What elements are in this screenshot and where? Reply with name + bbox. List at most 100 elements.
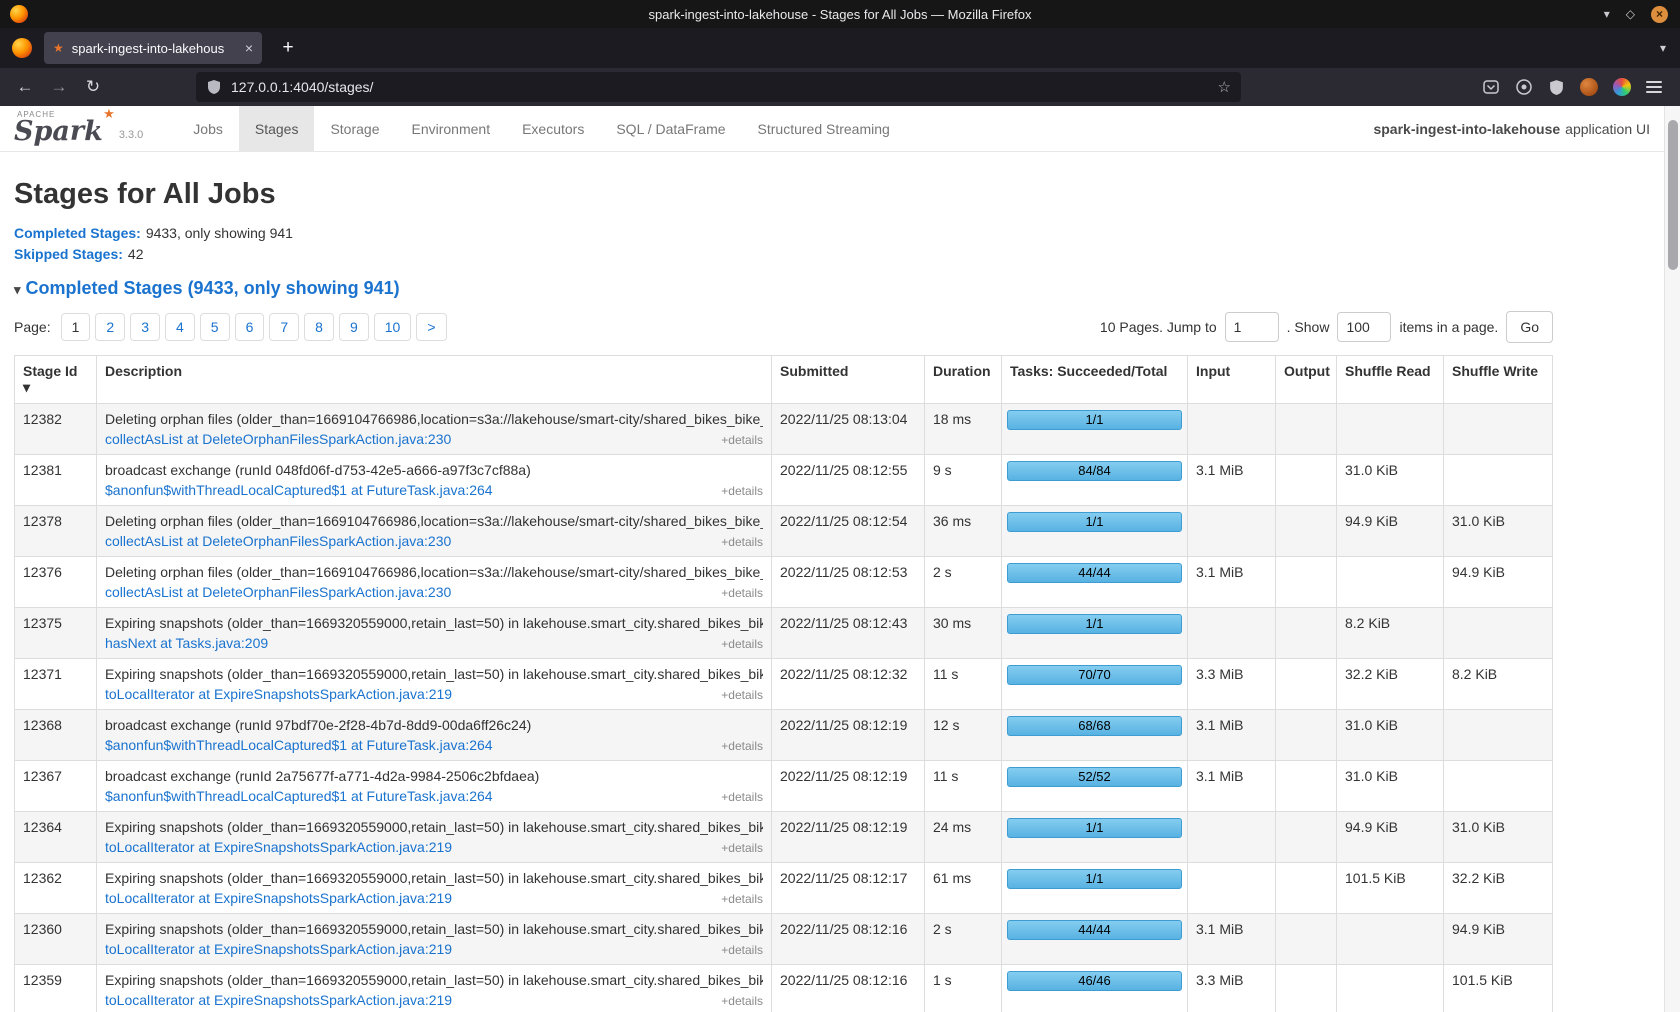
details-toggle[interactable]: +details — [721, 433, 763, 447]
maximize-button[interactable]: ◇ — [1626, 8, 1635, 20]
nav-item-sql-dataframe[interactable]: SQL / DataFrame — [600, 106, 741, 151]
stage-description-cell: Deleting orphan files (older_than=166910… — [97, 404, 772, 455]
skipped-stages-link[interactable]: Skipped Stages: — [14, 246, 123, 262]
url-text[interactable]: 127.0.0.1:4040/stages/ — [231, 79, 1209, 95]
profile-avatar-icon[interactable] — [1580, 78, 1598, 96]
page-button-5[interactable]: 5 — [200, 313, 230, 341]
column-header-shuffle-read[interactable]: Shuffle Read — [1337, 356, 1444, 404]
stage-shuffle-read: 31.0 KiB — [1337, 455, 1444, 506]
new-tab-button[interactable]: + — [274, 37, 302, 59]
stage-callsite-link[interactable]: collectAsList at DeleteOrphanFilesSparkA… — [105, 533, 451, 549]
items-per-page-input[interactable] — [1337, 312, 1391, 342]
stage-callsite-link[interactable]: toLocalIterator at ExpireSnapshotsSparkA… — [105, 941, 452, 957]
nav-item-jobs[interactable]: Jobs — [177, 106, 239, 151]
tab-close-icon[interactable]: × — [245, 41, 253, 55]
stage-callsite-link[interactable]: toLocalIterator at ExpireSnapshotsSparkA… — [105, 839, 452, 855]
column-header-duration[interactable]: Duration — [925, 356, 1002, 404]
forward-button[interactable]: → — [42, 73, 76, 101]
tasks-progress-bar: 1/1 — [1007, 614, 1182, 634]
stage-output — [1276, 965, 1337, 1012]
nav-item-environment[interactable]: Environment — [396, 106, 507, 151]
extension-circle-icon[interactable] — [1515, 78, 1533, 96]
stage-callsite-link[interactable]: hasNext at Tasks.java:209 — [105, 635, 268, 651]
spark-logo[interactable]: APACHE Spark ★ 3.3.0 — [0, 108, 151, 149]
page-button-1[interactable]: 1 — [61, 313, 91, 341]
column-header-submitted[interactable]: Submitted — [772, 356, 925, 404]
nav-item-storage[interactable]: Storage — [314, 106, 395, 151]
close-button[interactable]: × — [1651, 6, 1668, 23]
details-toggle[interactable]: +details — [721, 790, 763, 804]
column-header-shuffle-write[interactable]: Shuffle Write — [1444, 356, 1553, 404]
adblock-shield-icon[interactable] — [1548, 79, 1565, 96]
page-button-4[interactable]: 4 — [165, 313, 195, 341]
items-label: items in a page. — [1399, 319, 1498, 335]
column-header-output[interactable]: Output — [1276, 356, 1337, 404]
column-header-tasks-succeeded-total[interactable]: Tasks: Succeeded/Total — [1002, 356, 1188, 404]
stage-shuffle-write: 101.5 KiB — [1444, 965, 1553, 1012]
application-title: spark-ingest-into-lakehouseapplication U… — [1373, 121, 1650, 137]
page-button-8[interactable]: 8 — [304, 313, 334, 341]
details-toggle[interactable]: +details — [721, 841, 763, 855]
scrollbar[interactable] — [1664, 106, 1680, 1012]
jump-to-page-input[interactable] — [1225, 312, 1279, 342]
firefox-view-icon[interactable] — [12, 38, 32, 58]
back-button[interactable]: ← — [8, 73, 42, 101]
go-button[interactable]: Go — [1506, 311, 1553, 343]
stage-callsite-link[interactable]: collectAsList at DeleteOrphanFilesSparkA… — [105, 431, 451, 447]
stage-callsite-link[interactable]: toLocalIterator at ExpireSnapshotsSparkA… — [105, 992, 452, 1008]
page-button-9[interactable]: 9 — [339, 313, 369, 341]
column-header-input[interactable]: Input — [1188, 356, 1276, 404]
stage-input — [1188, 404, 1276, 455]
stage-shuffle-write: 31.0 KiB — [1444, 812, 1553, 863]
column-header-stage-id[interactable]: Stage Id ▾ — [15, 356, 97, 404]
stage-callsite-link[interactable]: toLocalIterator at ExpireSnapshotsSparkA… — [105, 686, 452, 702]
tab-favicon-icon: ★ — [53, 42, 64, 54]
nav-item-executors[interactable]: Executors — [506, 106, 600, 151]
browser-tab[interactable]: ★ spark-ingest-into-lakehous × — [44, 32, 262, 64]
details-toggle[interactable]: +details — [721, 994, 763, 1008]
pocket-icon[interactable] — [1482, 78, 1500, 96]
nav-item-stages[interactable]: Stages — [239, 106, 315, 151]
url-bar[interactable]: 127.0.0.1:4040/stages/ ☆ — [196, 72, 1241, 102]
page-button-3[interactable]: 3 — [130, 313, 160, 341]
completed-stages-link[interactable]: Completed Stages: — [14, 225, 141, 241]
stage-id: 12376 — [15, 557, 97, 608]
minimize-button[interactable]: ▾ — [1604, 8, 1610, 20]
stage-input: 3.1 MiB — [1188, 761, 1276, 812]
reload-button[interactable]: ↻ — [76, 73, 110, 101]
column-header-description[interactable]: Description — [97, 356, 772, 404]
details-toggle[interactable]: +details — [721, 739, 763, 753]
stage-callsite-link[interactable]: collectAsList at DeleteOrphanFilesSparkA… — [105, 584, 451, 600]
next-page-button[interactable]: > — [416, 313, 446, 341]
menu-button[interactable] — [1646, 81, 1662, 93]
colorful-extension-icon[interactable] — [1613, 78, 1631, 96]
stage-duration: 12 s — [925, 710, 1002, 761]
details-toggle[interactable]: +details — [721, 535, 763, 549]
stage-description: Expiring snapshots (older_than=166932055… — [105, 972, 763, 988]
details-toggle[interactable]: +details — [721, 688, 763, 702]
stage-callsite-link[interactable]: $anonfun$withThreadLocalCaptured$1 at Fu… — [105, 788, 493, 804]
nav-item-structured-streaming[interactable]: Structured Streaming — [742, 106, 906, 151]
scrollbar-thumb[interactable] — [1668, 120, 1678, 270]
list-tabs-icon[interactable]: ▾ — [1660, 41, 1666, 55]
stage-input — [1188, 812, 1276, 863]
page-label: Page: — [14, 319, 51, 335]
page-button-2[interactable]: 2 — [95, 313, 125, 341]
details-toggle[interactable]: +details — [721, 637, 763, 651]
stage-shuffle-write: 31.0 KiB — [1444, 506, 1553, 557]
details-toggle[interactable]: +details — [721, 484, 763, 498]
stage-callsite-link[interactable]: $anonfun$withThreadLocalCaptured$1 at Fu… — [105, 482, 493, 498]
tracking-protection-shield-icon[interactable] — [206, 79, 222, 95]
stage-callsite-link[interactable]: toLocalIterator at ExpireSnapshotsSparkA… — [105, 890, 452, 906]
bookmark-star-icon[interactable]: ☆ — [1218, 78, 1231, 96]
page-button-6[interactable]: 6 — [235, 313, 265, 341]
stage-row: 12362Expiring snapshots (older_than=1669… — [15, 863, 1553, 914]
completed-stages-section-header[interactable]: ▾Completed Stages (9433, only showing 94… — [14, 278, 1553, 299]
details-toggle[interactable]: +details — [721, 943, 763, 957]
page-button-7[interactable]: 7 — [269, 313, 299, 341]
details-toggle[interactable]: +details — [721, 892, 763, 906]
stage-callsite-link[interactable]: $anonfun$withThreadLocalCaptured$1 at Fu… — [105, 737, 493, 753]
details-toggle[interactable]: +details — [721, 586, 763, 600]
tab-bar: ★ spark-ingest-into-lakehous × + ▾ — [0, 28, 1680, 68]
page-button-10[interactable]: 10 — [374, 313, 412, 341]
